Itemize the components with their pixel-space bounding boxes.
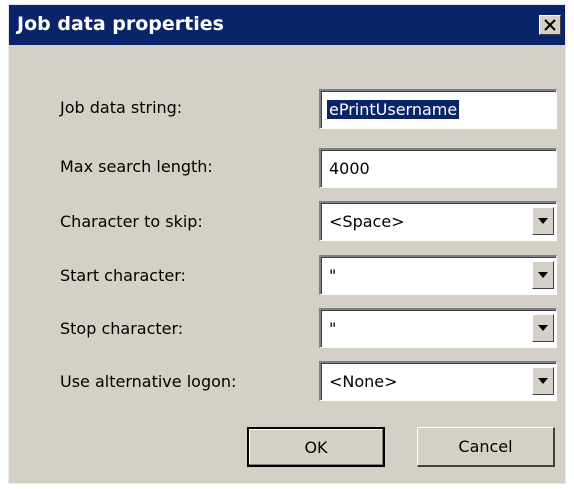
alternative-logon-select[interactable]: <None>: [319, 361, 557, 401]
chevron-down-icon: [538, 325, 548, 331]
dialog-title: Job data properties: [17, 13, 224, 35]
chevron-down-icon: [538, 272, 548, 278]
alternative-logon-label: Use alternative logon:: [60, 372, 237, 391]
max-search-length-label: Max search length:: [60, 157, 213, 176]
chevron-down-icon: [538, 378, 548, 384]
cancel-button[interactable]: Cancel: [417, 427, 555, 467]
stop-character-select[interactable]: ": [319, 308, 557, 348]
job-data-string-label: Job data string:: [60, 98, 183, 117]
job-data-string-value: ePrintUsername: [327, 100, 460, 119]
stop-character-value: ": [329, 319, 337, 338]
character-to-skip-select[interactable]: <Space>: [319, 201, 557, 241]
stop-character-dropdown-button[interactable]: [532, 314, 554, 342]
stop-character-label: Stop character:: [60, 319, 184, 338]
character-to-skip-dropdown-button[interactable]: [532, 207, 554, 235]
start-character-select[interactable]: ": [319, 255, 557, 295]
max-search-length-value: 4000: [329, 159, 370, 178]
close-button[interactable]: [539, 15, 561, 35]
alternative-logon-value: <None>: [329, 372, 398, 391]
close-icon: [544, 19, 556, 31]
start-character-label: Start character:: [60, 266, 186, 285]
start-character-value: ": [329, 266, 337, 285]
character-to-skip-label: Character to skip:: [60, 212, 203, 231]
max-search-length-input[interactable]: 4000: [319, 148, 557, 188]
ok-button[interactable]: OK: [247, 427, 385, 467]
title-bar[interactable]: Job data properties: [9, 5, 565, 45]
job-data-properties-dialog: Job data properties Job data string: ePr…: [8, 4, 566, 484]
job-data-string-input[interactable]: ePrintUsername: [319, 89, 557, 129]
chevron-down-icon: [538, 218, 548, 224]
alternative-logon-dropdown-button[interactable]: [532, 367, 554, 395]
start-character-dropdown-button[interactable]: [532, 261, 554, 289]
character-to-skip-value: <Space>: [329, 212, 405, 231]
